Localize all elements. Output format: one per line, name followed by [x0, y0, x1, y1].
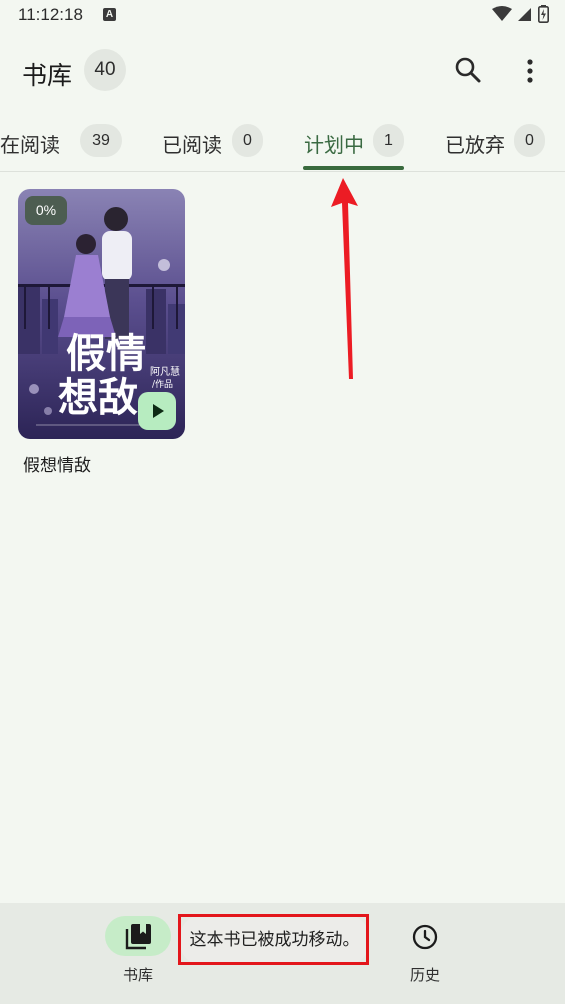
nav-label: 书库: [122, 966, 153, 984]
toast-text: 这本书已被成功移动。: [189, 930, 360, 950]
reading-progress-badge: 0%: [25, 196, 67, 225]
cellular-signal-icon: [518, 8, 531, 21]
tab-count-badge: 0: [232, 124, 263, 157]
battery-icon: [538, 5, 549, 23]
tab-count-badge: 1: [373, 124, 404, 157]
history-icon: [412, 924, 438, 950]
more-options-button[interactable]: [515, 54, 545, 88]
svg-text:阿凡慧: 阿凡慧: [150, 365, 180, 378]
tab-count-badge: 39: [80, 124, 122, 157]
status-icons: [492, 5, 549, 23]
tab-count-badge: 0: [514, 124, 545, 157]
svg-text:想敌: 想敌: [58, 374, 138, 421]
tab-reading[interactable]: 正在阅读 39: [0, 112, 130, 170]
tab-read[interactable]: 已阅读 0: [160, 112, 270, 170]
tab-label: 正在阅读: [0, 133, 60, 157]
nav-label: 历史: [409, 966, 440, 984]
play-icon: [153, 404, 164, 418]
tab-dropped[interactable]: 已放弃 0: [444, 112, 554, 170]
status-time: 11:12:18: [18, 5, 83, 24]
nav-item-history[interactable]: 历史: [375, 903, 475, 1004]
more-vert-icon: [527, 59, 533, 83]
page-title: 书库: [22, 61, 73, 90]
search-icon: [455, 57, 481, 83]
search-button[interactable]: [452, 54, 486, 88]
toast-message: 这本书已被成功移动。: [180, 915, 369, 965]
book-cover: 假情 想敌 阿凡慧 /作品 0%: [18, 189, 185, 439]
active-tab-indicator: [303, 166, 404, 170]
svg-text:假情: 假情: [66, 330, 146, 377]
svg-text:/作品: /作品: [152, 378, 173, 390]
annotation-arrow: [331, 178, 358, 379]
tab-label: 计划中: [304, 133, 364, 157]
category-tabs: 正在阅读 39 已阅读 0 计划中 1 已放弃 0: [0, 112, 565, 172]
book-card[interactable]: 假情 想敌 阿凡慧 /作品 0% 假想情敌: [18, 189, 185, 476]
tab-label: 已放弃: [445, 133, 505, 157]
notification-a-icon: A: [103, 8, 116, 21]
top-app-bar: 书库 40: [0, 40, 565, 100]
book-title: 假想情敌: [23, 456, 91, 476]
library-icon: [125, 924, 151, 950]
tab-planned[interactable]: 计划中 1: [303, 112, 404, 170]
wifi-icon: [492, 6, 512, 21]
library-count-badge: 40: [84, 49, 126, 91]
play-button[interactable]: [138, 392, 176, 430]
status-bar: 11:12:18 A: [0, 0, 565, 32]
tab-label: 已阅读: [162, 133, 222, 157]
